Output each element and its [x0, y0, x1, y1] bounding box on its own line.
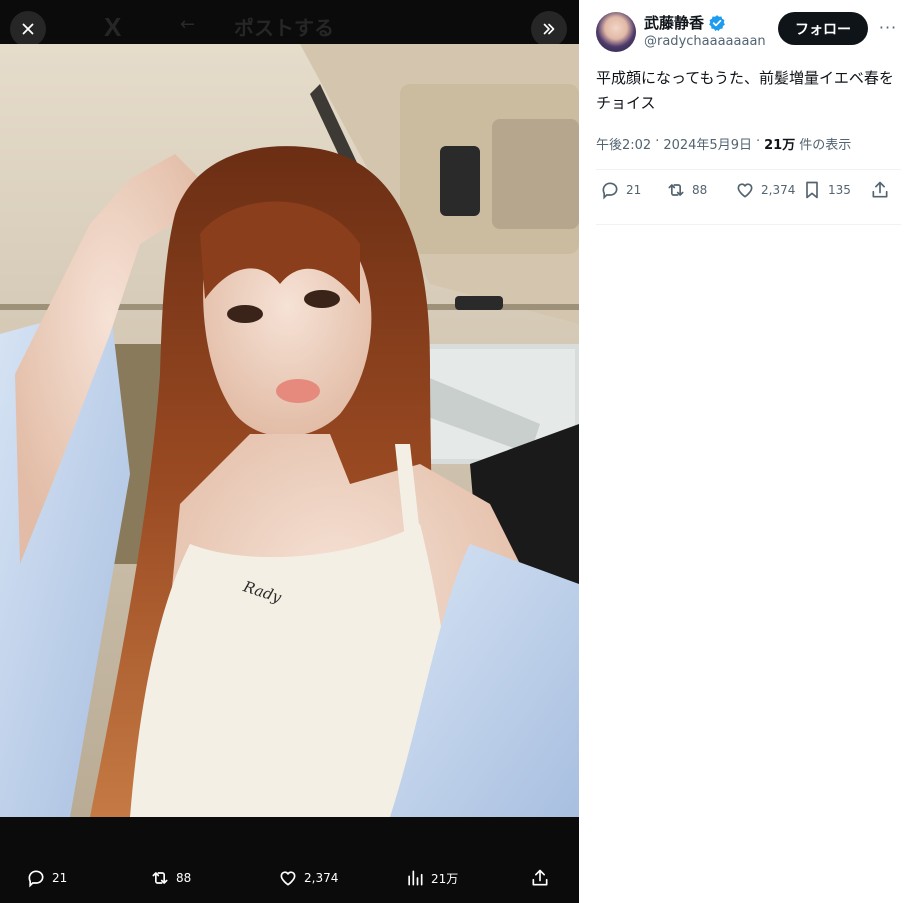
author-name-row: 武藤静香 — [644, 12, 726, 33]
photo-illustration — [0, 44, 579, 817]
media-views-count: 21万 — [431, 871, 459, 886]
expand-sidebar-button[interactable] — [531, 11, 567, 47]
share-button[interactable] — [870, 180, 890, 200]
views-count[interactable]: 21万 — [764, 134, 795, 153]
media-like-button[interactable]: 2,374 — [278, 868, 338, 888]
bookmark-button[interactable]: 135 — [802, 180, 851, 200]
media-viewer: X ← ポストする Rady 21 88 2,374 21万 — [0, 0, 579, 903]
media-repost-button[interactable]: 88 — [150, 868, 191, 888]
post-compose-title: ポストする — [234, 16, 334, 40]
post-text: 平成顔になってもうた、前髪増量イエベ春をチョイス — [596, 69, 894, 112]
repost-icon — [152, 872, 168, 884]
like-icon — [737, 183, 753, 198]
post-date[interactable]: 2024年5月9日 — [663, 134, 752, 153]
media-action-bar: 21 88 2,374 21万 — [0, 868, 579, 902]
reply-count: 21 — [626, 183, 642, 197]
share-icon — [872, 181, 888, 198]
back-arrow-icon: ← — [180, 14, 196, 35]
meta-separator: · — [755, 134, 761, 149]
author-handle[interactable]: @radychaaaaaaan — [644, 34, 766, 49]
post-detail-pane: 武藤静香 @radychaaaaaaan フォロー ··· 平成顔になってもうた… — [579, 0, 914, 903]
divider — [596, 169, 901, 170]
author-display-name[interactable]: 武藤静香 — [644, 12, 704, 33]
close-button[interactable] — [10, 11, 46, 47]
media-repost-count: 88 — [176, 871, 192, 885]
bookmark-icon — [806, 181, 818, 199]
repost-count: 88 — [692, 183, 708, 197]
expand-icon — [543, 23, 555, 35]
media-top-bar: X ← ポストする — [0, 0, 579, 44]
media-views-button[interactable]: 21万 — [405, 868, 458, 888]
post-meta: 午後2:02 · 2024年5月9日 · 21万 件の表示 — [596, 134, 851, 153]
media-reply-count: 21 — [52, 871, 68, 885]
more-icon[interactable]: ··· — [875, 14, 901, 40]
bookmark-count: 135 — [828, 183, 851, 197]
media-reply-button[interactable]: 21 — [26, 868, 67, 888]
reply-button[interactable]: 21 — [600, 180, 641, 200]
media-share-button[interactable] — [530, 868, 550, 888]
post-time[interactable]: 午後2:02 — [596, 134, 651, 153]
share-icon — [532, 869, 548, 886]
divider — [596, 224, 901, 225]
x-logo: X — [104, 12, 122, 42]
reply-icon — [602, 182, 618, 200]
follow-button[interactable]: フォロー — [778, 12, 868, 45]
views-label: 件の表示 — [799, 138, 852, 153]
media-like-count: 2,374 — [304, 871, 339, 885]
reply-icon — [28, 870, 44, 888]
avatar[interactable] — [596, 12, 636, 52]
repost-icon — [668, 184, 684, 196]
post-action-bar: 21 88 2,374 135 — [596, 180, 901, 214]
like-count: 2,374 — [761, 183, 796, 197]
meta-separator: · — [655, 134, 660, 149]
like-button[interactable]: 2,374 — [735, 180, 795, 200]
repost-button[interactable]: 88 — [666, 180, 707, 200]
close-icon — [22, 23, 34, 35]
like-icon — [280, 871, 296, 886]
views-icon — [408, 870, 423, 886]
verified-badge-icon — [708, 14, 726, 32]
post-photo[interactable]: Rady — [0, 44, 579, 817]
